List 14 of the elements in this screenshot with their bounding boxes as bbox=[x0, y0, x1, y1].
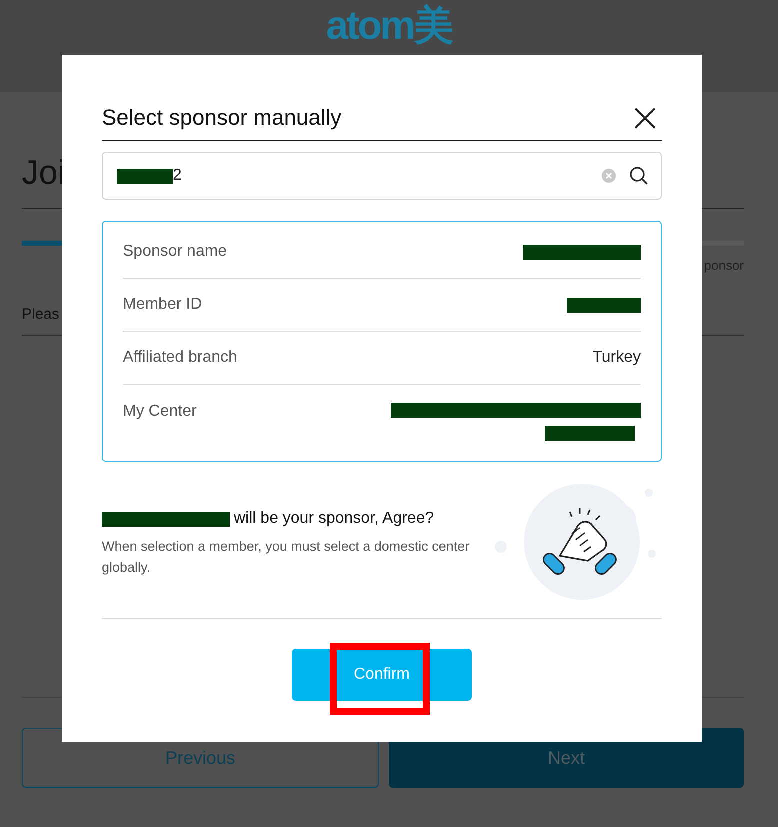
dialog-title: Select sponsor manually bbox=[102, 104, 342, 130]
redaction-bar bbox=[117, 168, 173, 184]
detail-label: My Center bbox=[123, 403, 197, 421]
logo: atom美 bbox=[326, 4, 452, 48]
search-value: 2 bbox=[173, 167, 182, 185]
detail-value: Turkey bbox=[592, 349, 641, 367]
confirm-button[interactable]: Confirm bbox=[292, 649, 472, 701]
search-icon[interactable] bbox=[629, 166, 649, 186]
agree-question: will be your sponsor, Agree? bbox=[234, 510, 434, 528]
search-field[interactable]: 2 bbox=[102, 152, 662, 200]
detail-label: Affiliated branch bbox=[123, 349, 238, 367]
close-button[interactable]: × bbox=[628, 102, 662, 132]
agree-note: When selection a member, you must select a domestic center globally. bbox=[102, 538, 471, 577]
detail-label: Sponsor name bbox=[123, 243, 228, 261]
